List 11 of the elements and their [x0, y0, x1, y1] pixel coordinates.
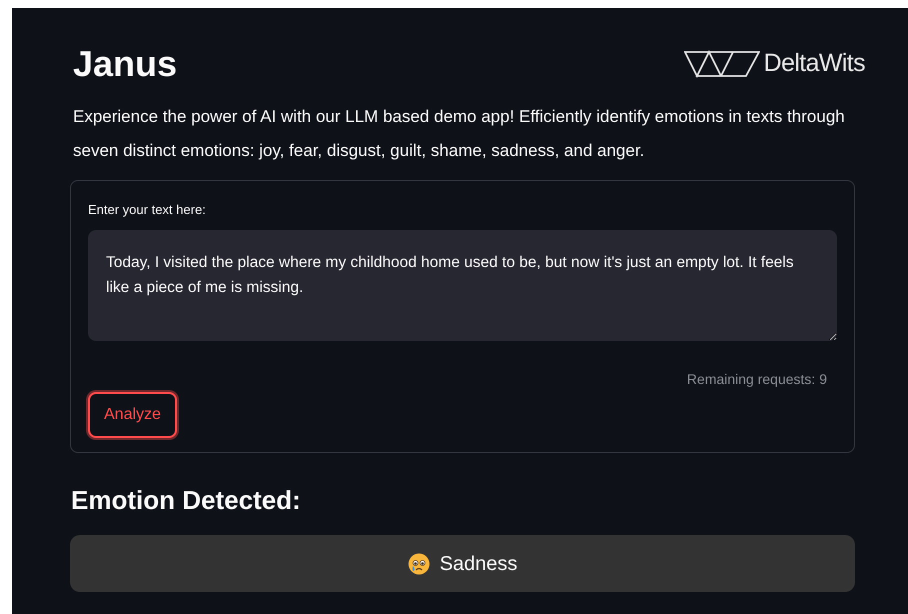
crying-face-icon: [408, 552, 430, 574]
emotion-label: Sadness: [440, 552, 518, 576]
remaining-requests: Remaining requests: 9: [686, 370, 827, 389]
result-heading: Emotion Detected:: [71, 484, 302, 517]
app-description: Experience the power of AI with our LLM based demo app! Efficiently identify emotions in texts through seven distinct emotions: joy, fear, disgust, guilt, shame, sadness, and anger.: [73, 106, 846, 162]
field-label: Enter your text here:: [88, 201, 207, 219]
triangles-logo-icon: [684, 50, 760, 78]
logo-text: DeltaWits: [764, 48, 865, 80]
app-title: Janus: [73, 42, 178, 86]
text-input-field[interactable]: Today, I visited the place where my childhood home used to be, but now it's just an empty lot. It feels like a piece of me is missing.: [88, 230, 837, 341]
analyze-button[interactable]: Analyze: [88, 392, 177, 438]
